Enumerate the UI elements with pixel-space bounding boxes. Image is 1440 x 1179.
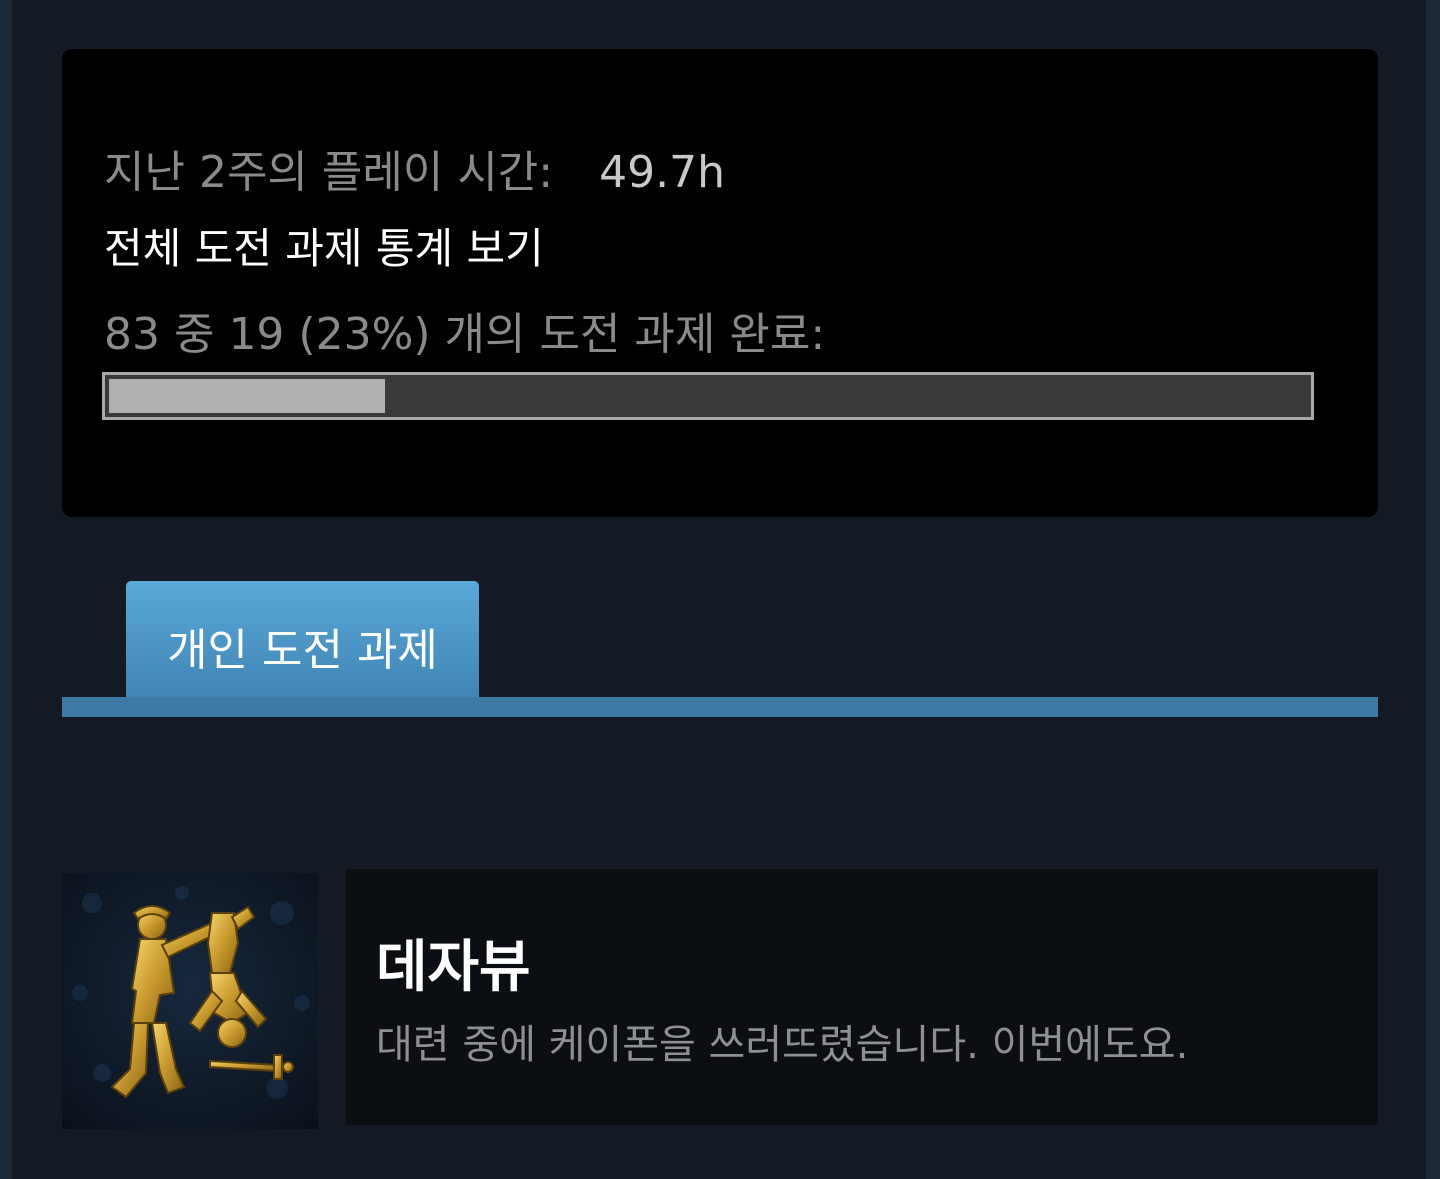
tab-personal-label: 개인 도전 과제	[167, 625, 438, 676]
achievement-card: 데자뷰 대련 중에 케이폰을 쓰러뜨렸습니다. 이번에도요.	[346, 869, 1378, 1125]
playtime-row: 지난 2주의 플레이 시간: 49.7h	[104, 145, 725, 201]
achievement-stats-panel: 지난 2주의 플레이 시간: 49.7h 전체 도전 과제 통계 보기 83 중 …	[62, 49, 1378, 517]
achievement-progress-text: 83 중 19 (23%) 개의 도전 과제 완료:	[104, 309, 826, 360]
global-stats-link[interactable]: 전체 도전 과제 통계 보기	[104, 223, 544, 275]
achievement-icon-art	[72, 886, 310, 1099]
page-edge-left	[0, 0, 12, 1179]
tab-underline-bar	[62, 697, 1378, 717]
achievement-description: 대련 중에 케이폰을 쓰러뜨렸습니다. 이번에도요.	[376, 1022, 1189, 1068]
fencing-duel-gold-icon	[62, 873, 318, 1129]
page-edge-right	[1426, 0, 1440, 1179]
achievement-title: 데자뷰	[376, 935, 531, 1000]
achievement-progress-bar	[102, 372, 1314, 420]
playtime-value: 49.7h	[599, 147, 725, 198]
achievement-progress-fill	[109, 379, 385, 413]
tab-personal-achievements[interactable]: 개인 도전 과제	[126, 581, 479, 698]
playtime-label: 지난 2주의 플레이 시간:	[104, 147, 554, 198]
